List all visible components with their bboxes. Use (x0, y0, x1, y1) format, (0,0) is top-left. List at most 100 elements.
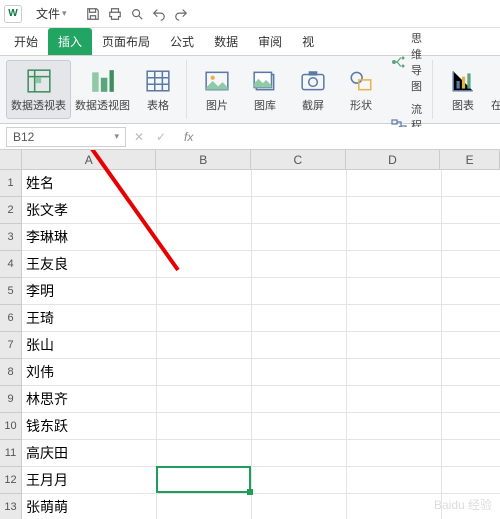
cell[interactable] (157, 467, 252, 494)
gallery-button[interactable]: 图库 (241, 60, 289, 119)
cell[interactable]: 王琦 (22, 305, 157, 332)
cell[interactable]: 刘伟 (22, 359, 157, 386)
cell[interactable] (347, 413, 442, 440)
cell[interactable] (347, 197, 442, 224)
formula-input[interactable] (197, 127, 494, 147)
row-header[interactable]: 2 (0, 197, 22, 224)
cell[interactable] (442, 305, 500, 332)
screenshot-button[interactable]: 截屏 (289, 60, 337, 119)
tab-insert[interactable]: 插入 (48, 28, 92, 55)
picture-button[interactable]: 图片 (193, 60, 241, 119)
save-icon[interactable] (83, 4, 103, 24)
cell[interactable] (157, 359, 252, 386)
cell[interactable] (347, 386, 442, 413)
pivot-chart-button[interactable]: 数据透视图 (71, 60, 134, 119)
online-chart-button[interactable]: 在线图表 (487, 60, 500, 119)
row-header[interactable]: 12 (0, 467, 22, 494)
file-menu[interactable]: 文件 ▾ (26, 2, 77, 25)
cell[interactable] (347, 278, 442, 305)
cell[interactable] (347, 359, 442, 386)
cell[interactable] (157, 224, 252, 251)
cell[interactable] (157, 494, 252, 519)
cell[interactable] (442, 413, 500, 440)
row-header[interactable]: 11 (0, 440, 22, 467)
row-header[interactable]: 8 (0, 359, 22, 386)
cell[interactable] (347, 170, 442, 197)
row-header[interactable]: 3 (0, 224, 22, 251)
cell[interactable]: 张萌萌 (22, 494, 157, 519)
cell[interactable] (157, 332, 252, 359)
name-box[interactable]: B12 ▾ (6, 127, 126, 147)
cell[interactable] (442, 278, 500, 305)
cell[interactable] (157, 170, 252, 197)
cell[interactable] (252, 359, 347, 386)
cell[interactable] (252, 170, 347, 197)
cell[interactable]: 张文孝 (22, 197, 157, 224)
cell[interactable]: 高庆田 (22, 440, 157, 467)
row-header[interactable]: 5 (0, 278, 22, 305)
cell[interactable]: 林思齐 (22, 386, 157, 413)
row-header[interactable]: 7 (0, 332, 22, 359)
cell[interactable] (252, 251, 347, 278)
row-header[interactable]: 13 (0, 494, 22, 519)
preview-icon[interactable] (127, 4, 147, 24)
cell[interactable] (252, 494, 347, 519)
cell[interactable] (252, 332, 347, 359)
pivot-table-button[interactable]: 数据透视表 (6, 60, 71, 119)
column-header[interactable]: E (440, 150, 500, 170)
cell[interactable] (157, 413, 252, 440)
cell[interactable]: 王月月 (22, 467, 157, 494)
cell[interactable] (157, 197, 252, 224)
cell[interactable] (347, 332, 442, 359)
cell[interactable] (252, 305, 347, 332)
cell[interactable]: 张山 (22, 332, 157, 359)
cells-area[interactable]: 姓名张文孝李琳琳王友良李明王琦张山刘伟林思齐钱东跃高庆田王月月张萌萌 (22, 170, 500, 519)
cell[interactable] (252, 224, 347, 251)
cell[interactable] (442, 332, 500, 359)
cell[interactable] (347, 305, 442, 332)
cell[interactable] (347, 494, 442, 519)
cell[interactable] (157, 440, 252, 467)
cell[interactable]: 姓名 (22, 170, 157, 197)
row-header[interactable]: 1 (0, 170, 22, 197)
row-header[interactable]: 10 (0, 413, 22, 440)
cell[interactable]: 钱东跃 (22, 413, 157, 440)
cell[interactable]: 李明 (22, 278, 157, 305)
cell[interactable] (347, 467, 442, 494)
chart-button[interactable]: 图表 (439, 60, 487, 119)
cell[interactable] (157, 278, 252, 305)
cell[interactable] (442, 170, 500, 197)
cell[interactable] (442, 467, 500, 494)
print-icon[interactable] (105, 4, 125, 24)
shapes-button[interactable]: 形状 (337, 60, 385, 119)
cell[interactable] (347, 440, 442, 467)
cell[interactable] (442, 359, 500, 386)
cell[interactable] (252, 440, 347, 467)
tab-formulas[interactable]: 公式 (160, 28, 204, 55)
cell[interactable] (157, 305, 252, 332)
redo-icon[interactable] (171, 4, 191, 24)
column-header[interactable]: B (156, 150, 251, 170)
select-all-corner[interactable] (0, 150, 22, 170)
cell[interactable] (347, 224, 442, 251)
tab-review[interactable]: 审阅 (248, 28, 292, 55)
cell[interactable] (252, 197, 347, 224)
cell[interactable] (157, 251, 252, 278)
column-header[interactable]: D (346, 150, 441, 170)
cell[interactable] (252, 467, 347, 494)
cell[interactable] (442, 224, 500, 251)
row-header[interactable]: 9 (0, 386, 22, 413)
cell[interactable] (442, 386, 500, 413)
cell[interactable] (442, 197, 500, 224)
cell[interactable] (347, 251, 442, 278)
undo-icon[interactable] (149, 4, 169, 24)
table-button[interactable]: 表格 (134, 60, 182, 119)
cell[interactable] (442, 440, 500, 467)
tab-data[interactable]: 数据 (204, 28, 248, 55)
spreadsheet[interactable]: ABCDE 1234567891011121314 姓名张文孝李琳琳王友良李明王… (0, 150, 500, 519)
cell[interactable]: 王友良 (22, 251, 157, 278)
cell[interactable]: 李琳琳 (22, 224, 157, 251)
row-header[interactable]: 6 (0, 305, 22, 332)
tab-home[interactable]: 开始 (4, 28, 48, 55)
tab-view[interactable]: 视 (292, 28, 324, 55)
